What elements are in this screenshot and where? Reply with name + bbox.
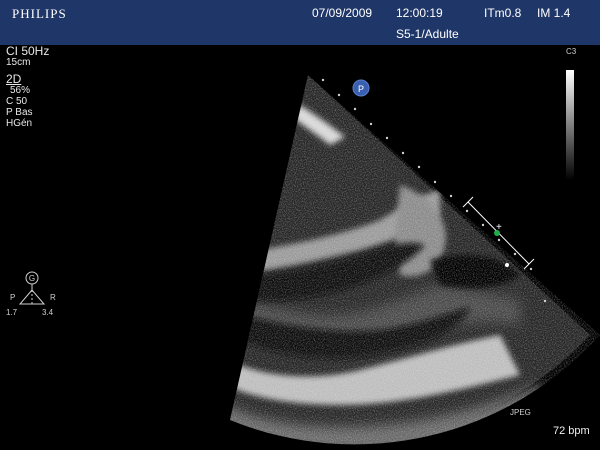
orientation-right-label: R: [50, 293, 56, 302]
exam-time: 12:00:19: [396, 6, 443, 20]
orientation-right-value: 3.4: [42, 308, 54, 317]
caliper-green-point: [494, 230, 500, 236]
mechanical-index: IM 1.4: [537, 6, 571, 20]
focus-marker[interactable]: P: [352, 79, 370, 97]
ultrasound-image: P +: [230, 75, 600, 445]
capture-format-label: JPEG: [510, 408, 531, 417]
orientation-left-label: P: [10, 293, 15, 302]
orientation-marker: G: [29, 274, 35, 283]
orientation-icon: G P R 1.7 3.4: [6, 271, 56, 317]
thermal-index: ITm0.8: [484, 6, 522, 20]
header-bar: PHILIPS 07/09/2009 12:00:19 ITm0.8 IM 1.…: [0, 0, 600, 45]
caliper-white-point: [505, 263, 509, 267]
philips-logo: PHILIPS: [12, 6, 67, 21]
orientation-left-value: 1.7: [6, 308, 18, 317]
scan-sector: [230, 75, 600, 445]
focus-marker-label: P: [358, 84, 364, 94]
exam-date: 07/09/2009: [312, 6, 373, 20]
probe-preset: S5-1/Adulte: [396, 27, 459, 41]
heart-rate: 72 bpm: [553, 425, 590, 437]
